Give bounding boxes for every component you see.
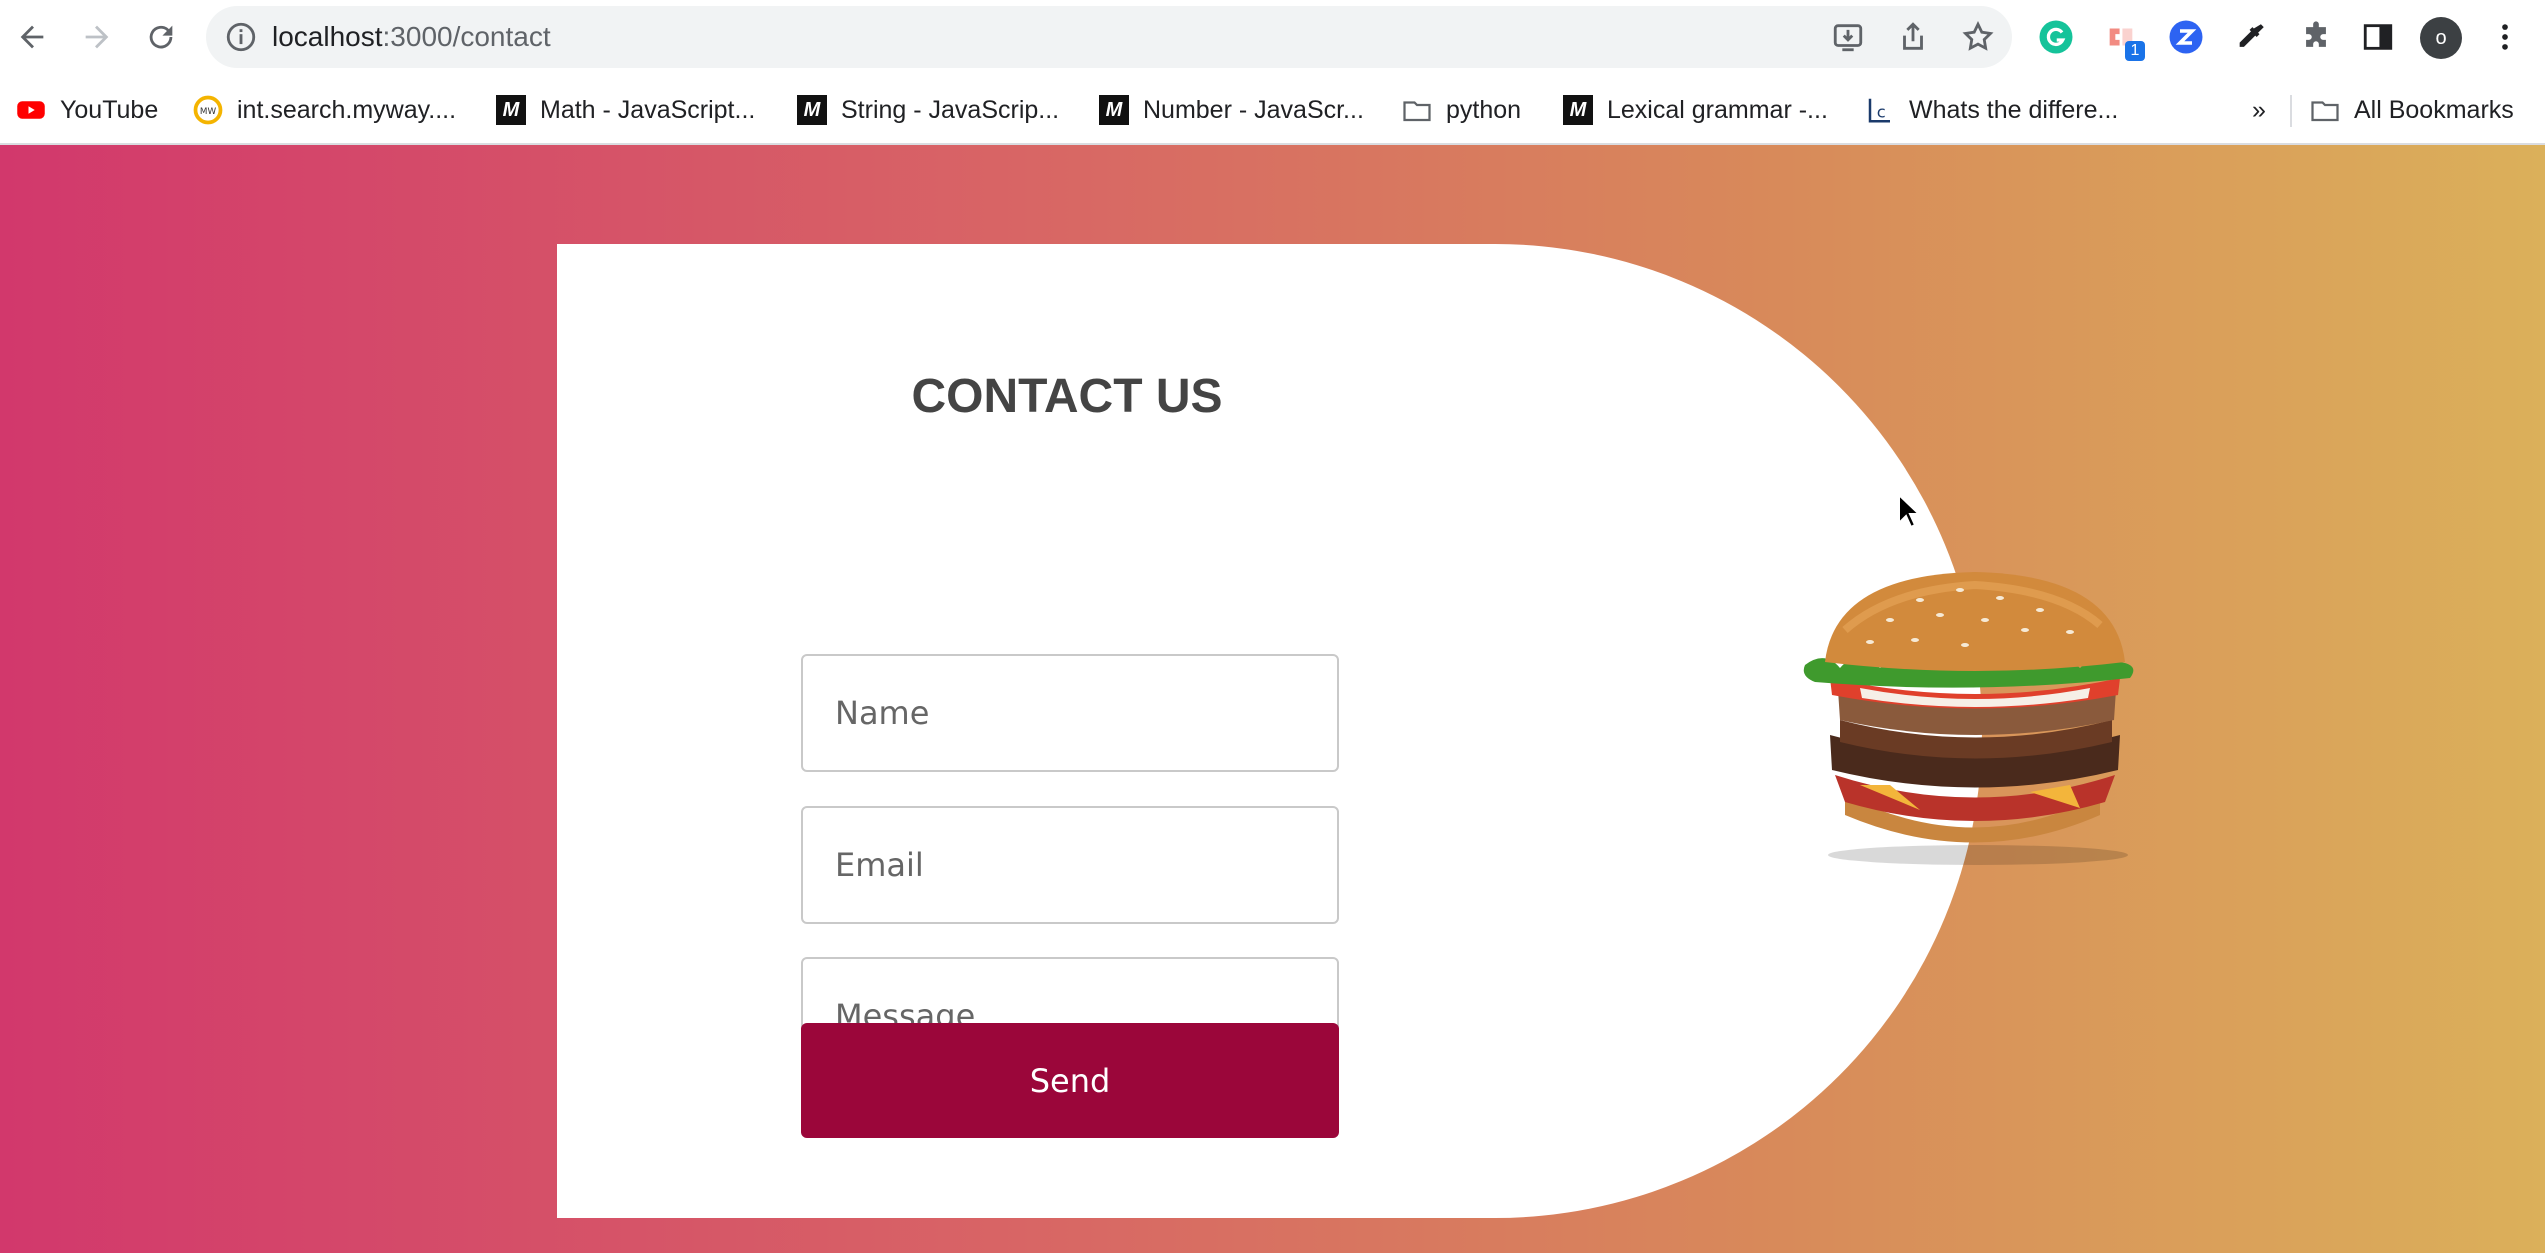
- extension-badge: 1: [2125, 41, 2145, 61]
- install-app-icon[interactable]: [1831, 20, 1865, 54]
- grammarly-extension[interactable]: [2036, 17, 2076, 57]
- mdn-icon: M: [1563, 95, 1593, 125]
- svg-text:c: c: [1877, 103, 1886, 122]
- c-icon: c: [1865, 95, 1895, 125]
- grammarly-icon: [2039, 20, 2073, 54]
- bookmark-label: Lexical grammar -...: [1607, 95, 1828, 124]
- profile-avatar[interactable]: o: [2420, 17, 2462, 59]
- bookmark-myway[interactable]: MW int.search.myway....: [193, 91, 456, 129]
- url-path: :3000/contact: [382, 21, 551, 52]
- name-input[interactable]: [801, 654, 1339, 772]
- mouse-cursor-icon: [1898, 493, 1922, 529]
- bookmark-math[interactable]: M Math - JavaScript...: [496, 91, 755, 129]
- folder-icon: [1402, 95, 1432, 125]
- bookmark-youtube[interactable]: YouTube: [16, 91, 158, 129]
- youtube-icon: [16, 95, 46, 125]
- back-button[interactable]: [7, 12, 57, 62]
- site-info-icon[interactable]: [224, 20, 258, 54]
- mdn-icon: M: [797, 95, 827, 125]
- tab-extension[interactable]: 1: [2101, 17, 2145, 61]
- zoom-z-icon: [2169, 20, 2203, 54]
- mdn-icon: M: [496, 95, 526, 125]
- bookmarks-overflow-button[interactable]: »: [2252, 91, 2266, 129]
- myway-icon: MW: [193, 95, 223, 125]
- contact-card: CONTACT US Send: [557, 244, 1982, 1218]
- bookmark-label: Number - JavaScr...: [1143, 95, 1364, 124]
- address-bar[interactable]: localhost:3000/contact: [206, 6, 2012, 68]
- bookmark-number[interactable]: M Number - JavaScr...: [1099, 91, 1364, 129]
- puzzle-icon: [2306, 21, 2326, 47]
- all-bookmarks-label: All Bookmarks: [2354, 95, 2514, 124]
- arrow-left-icon: [20, 25, 44, 49]
- page-title: CONTACT US: [911, 370, 1223, 423]
- browser-toolbar: localhost:3000/contact 1 o: [0, 0, 2545, 75]
- bookmark-label: Math - JavaScript...: [540, 95, 756, 124]
- all-bookmarks-button[interactable]: All Bookmarks: [2310, 91, 2514, 129]
- extensions-menu-button[interactable]: [2296, 17, 2336, 57]
- side-panel-icon: [2363, 24, 2393, 50]
- chevron-double-right-icon: »: [2252, 95, 2266, 124]
- bookmark-star-icon[interactable]: [1961, 20, 1995, 54]
- bookmark-label: int.search.myway....: [237, 95, 457, 124]
- bookmark-label: Whats the differe...: [1909, 95, 2119, 124]
- bookmark-string[interactable]: M String - JavaScrip...: [797, 91, 1059, 129]
- bookmark-lexical[interactable]: M Lexical grammar -...: [1563, 91, 1828, 129]
- svg-text:MW: MW: [200, 107, 217, 117]
- bookmarks-divider: [2290, 95, 2292, 127]
- forward-button[interactable]: [72, 12, 122, 62]
- more-vertical-icon: [2502, 24, 2508, 50]
- eyedropper-icon: [2239, 24, 2264, 47]
- share-icon[interactable]: [1896, 20, 1930, 54]
- arrow-right-icon: [85, 25, 109, 49]
- bookmark-folder-python[interactable]: python: [1402, 91, 1521, 129]
- reload-icon: [149, 25, 173, 49]
- bookmarks-bar: YouTube MW int.search.myway.... M Math -…: [0, 75, 2545, 145]
- bookmark-label: String - JavaScrip...: [841, 95, 1060, 124]
- bookmark-label: YouTube: [60, 95, 159, 124]
- folder-icon: [2310, 95, 2340, 125]
- burger-image: [1803, 572, 2134, 865]
- page-background: CONTACT US Send: [0, 145, 2545, 1253]
- reload-button[interactable]: [136, 12, 186, 62]
- side-panel-button[interactable]: [2358, 17, 2398, 57]
- email-input[interactable]: [801, 806, 1339, 924]
- color-picker-extension[interactable]: [2231, 17, 2271, 57]
- zoom-extension[interactable]: [2166, 17, 2206, 57]
- url-text[interactable]: localhost:3000/contact: [272, 19, 551, 55]
- mdn-icon: M: [1099, 95, 1129, 125]
- send-button[interactable]: Send: [801, 1023, 1339, 1138]
- bookmark-label: python: [1446, 95, 1522, 124]
- url-host: localhost: [272, 21, 383, 52]
- browser-menu-button[interactable]: [2485, 17, 2525, 57]
- bookmark-whats-the-difference[interactable]: c Whats the differe...: [1865, 91, 2118, 129]
